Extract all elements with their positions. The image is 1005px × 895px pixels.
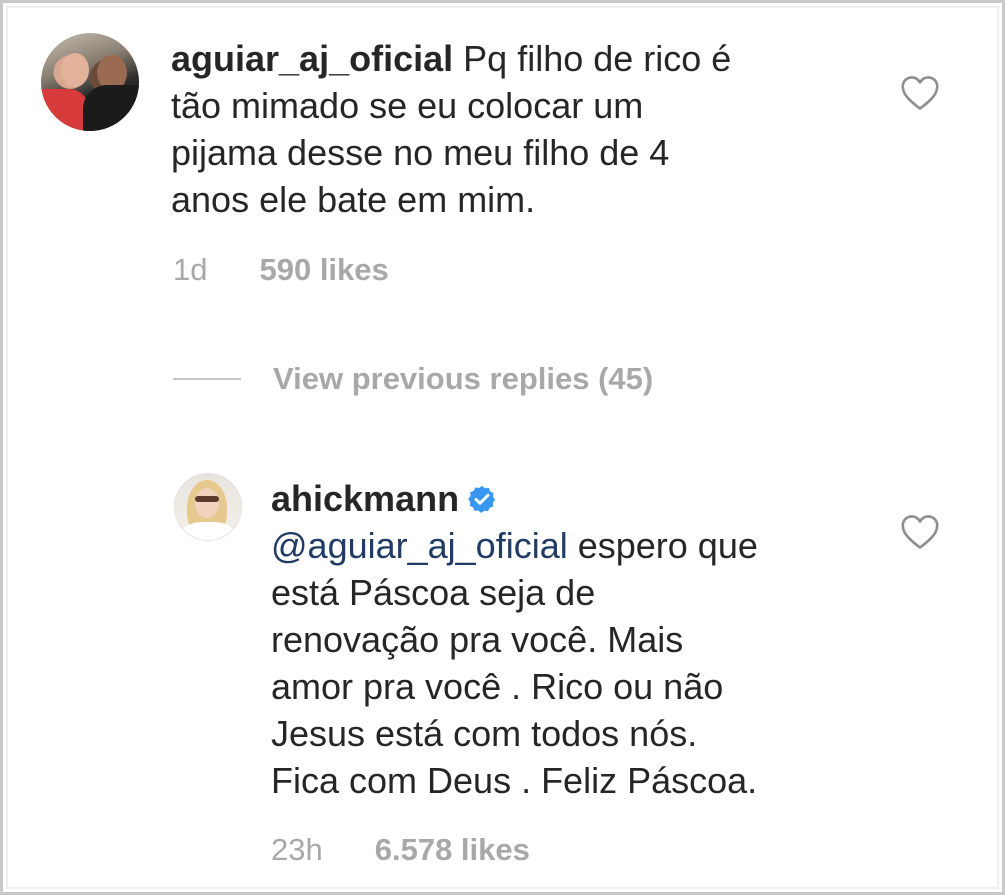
replies-divider-line [173, 378, 241, 380]
screenshot-frame: aguiar_aj_oficial Pq filho de rico é tão… [0, 0, 1005, 895]
reply-text-line: espero que [567, 525, 758, 566]
reply-line-3: renovação pra você. Mais [271, 619, 684, 660]
comment-line-4: anos ele bate em mim. [171, 179, 536, 220]
reply-line-4: amor pra você . Rico ou não [271, 666, 724, 707]
reply-line-2: está Páscoa seja de [271, 572, 596, 613]
reply-line-6: Fica com Deus . Feliz Páscoa. [271, 760, 758, 801]
reply-line-5: Jesus está com todos nós. [271, 713, 698, 754]
reply-time: 23h [271, 832, 323, 867]
avatar-body [183, 522, 233, 540]
avatar-shirt-b [83, 85, 139, 131]
likes-count-button[interactable]: 6.578 likes [375, 832, 530, 867]
verified-badge-icon [468, 485, 496, 513]
avatar-aguiar-aj-oficial[interactable] [41, 33, 139, 131]
avatar-shirt-a [41, 89, 89, 131]
comment-username[interactable]: aguiar_aj_oficial [171, 38, 453, 79]
reply-body: ahickmann @aguiar_aj_oficial espero que … [271, 475, 891, 804]
avatar-ahickmann[interactable] [174, 473, 242, 541]
heart-outline-icon[interactable] [900, 75, 940, 111]
avatar-face [195, 488, 219, 518]
comment-meta: 1d 590 likes [173, 252, 389, 288]
comment-text-line: Pq filho de rico é [463, 38, 732, 79]
comment-line-1: aguiar_aj_oficial Pq filho de rico é [171, 35, 871, 82]
reply-meta: 23h 6.578 likes [271, 832, 530, 868]
comment-line-3: pijama desse no meu filho de 4 [171, 132, 670, 173]
avatar-sunglasses [195, 496, 219, 502]
mention-link[interactable]: @aguiar_aj_oficial [271, 525, 568, 566]
heart-outline-icon[interactable] [900, 514, 940, 550]
reply-header: ahickmann [271, 475, 891, 522]
comment-line-2: tão mimado se eu colocar um [171, 85, 644, 126]
view-previous-replies-button[interactable]: View previous replies (45) [173, 361, 653, 397]
comment-body: aguiar_aj_oficial Pq filho de rico é tão… [171, 35, 871, 223]
avatar-person-a [61, 53, 89, 87]
likes-count-button[interactable]: 590 likes [259, 252, 388, 287]
comment-time: 1d [173, 252, 208, 287]
reply-username[interactable]: ahickmann [271, 478, 459, 519]
reply-line-1: @aguiar_aj_oficial espero que [271, 522, 891, 569]
view-previous-replies-label: View previous replies (45) [273, 361, 654, 396]
